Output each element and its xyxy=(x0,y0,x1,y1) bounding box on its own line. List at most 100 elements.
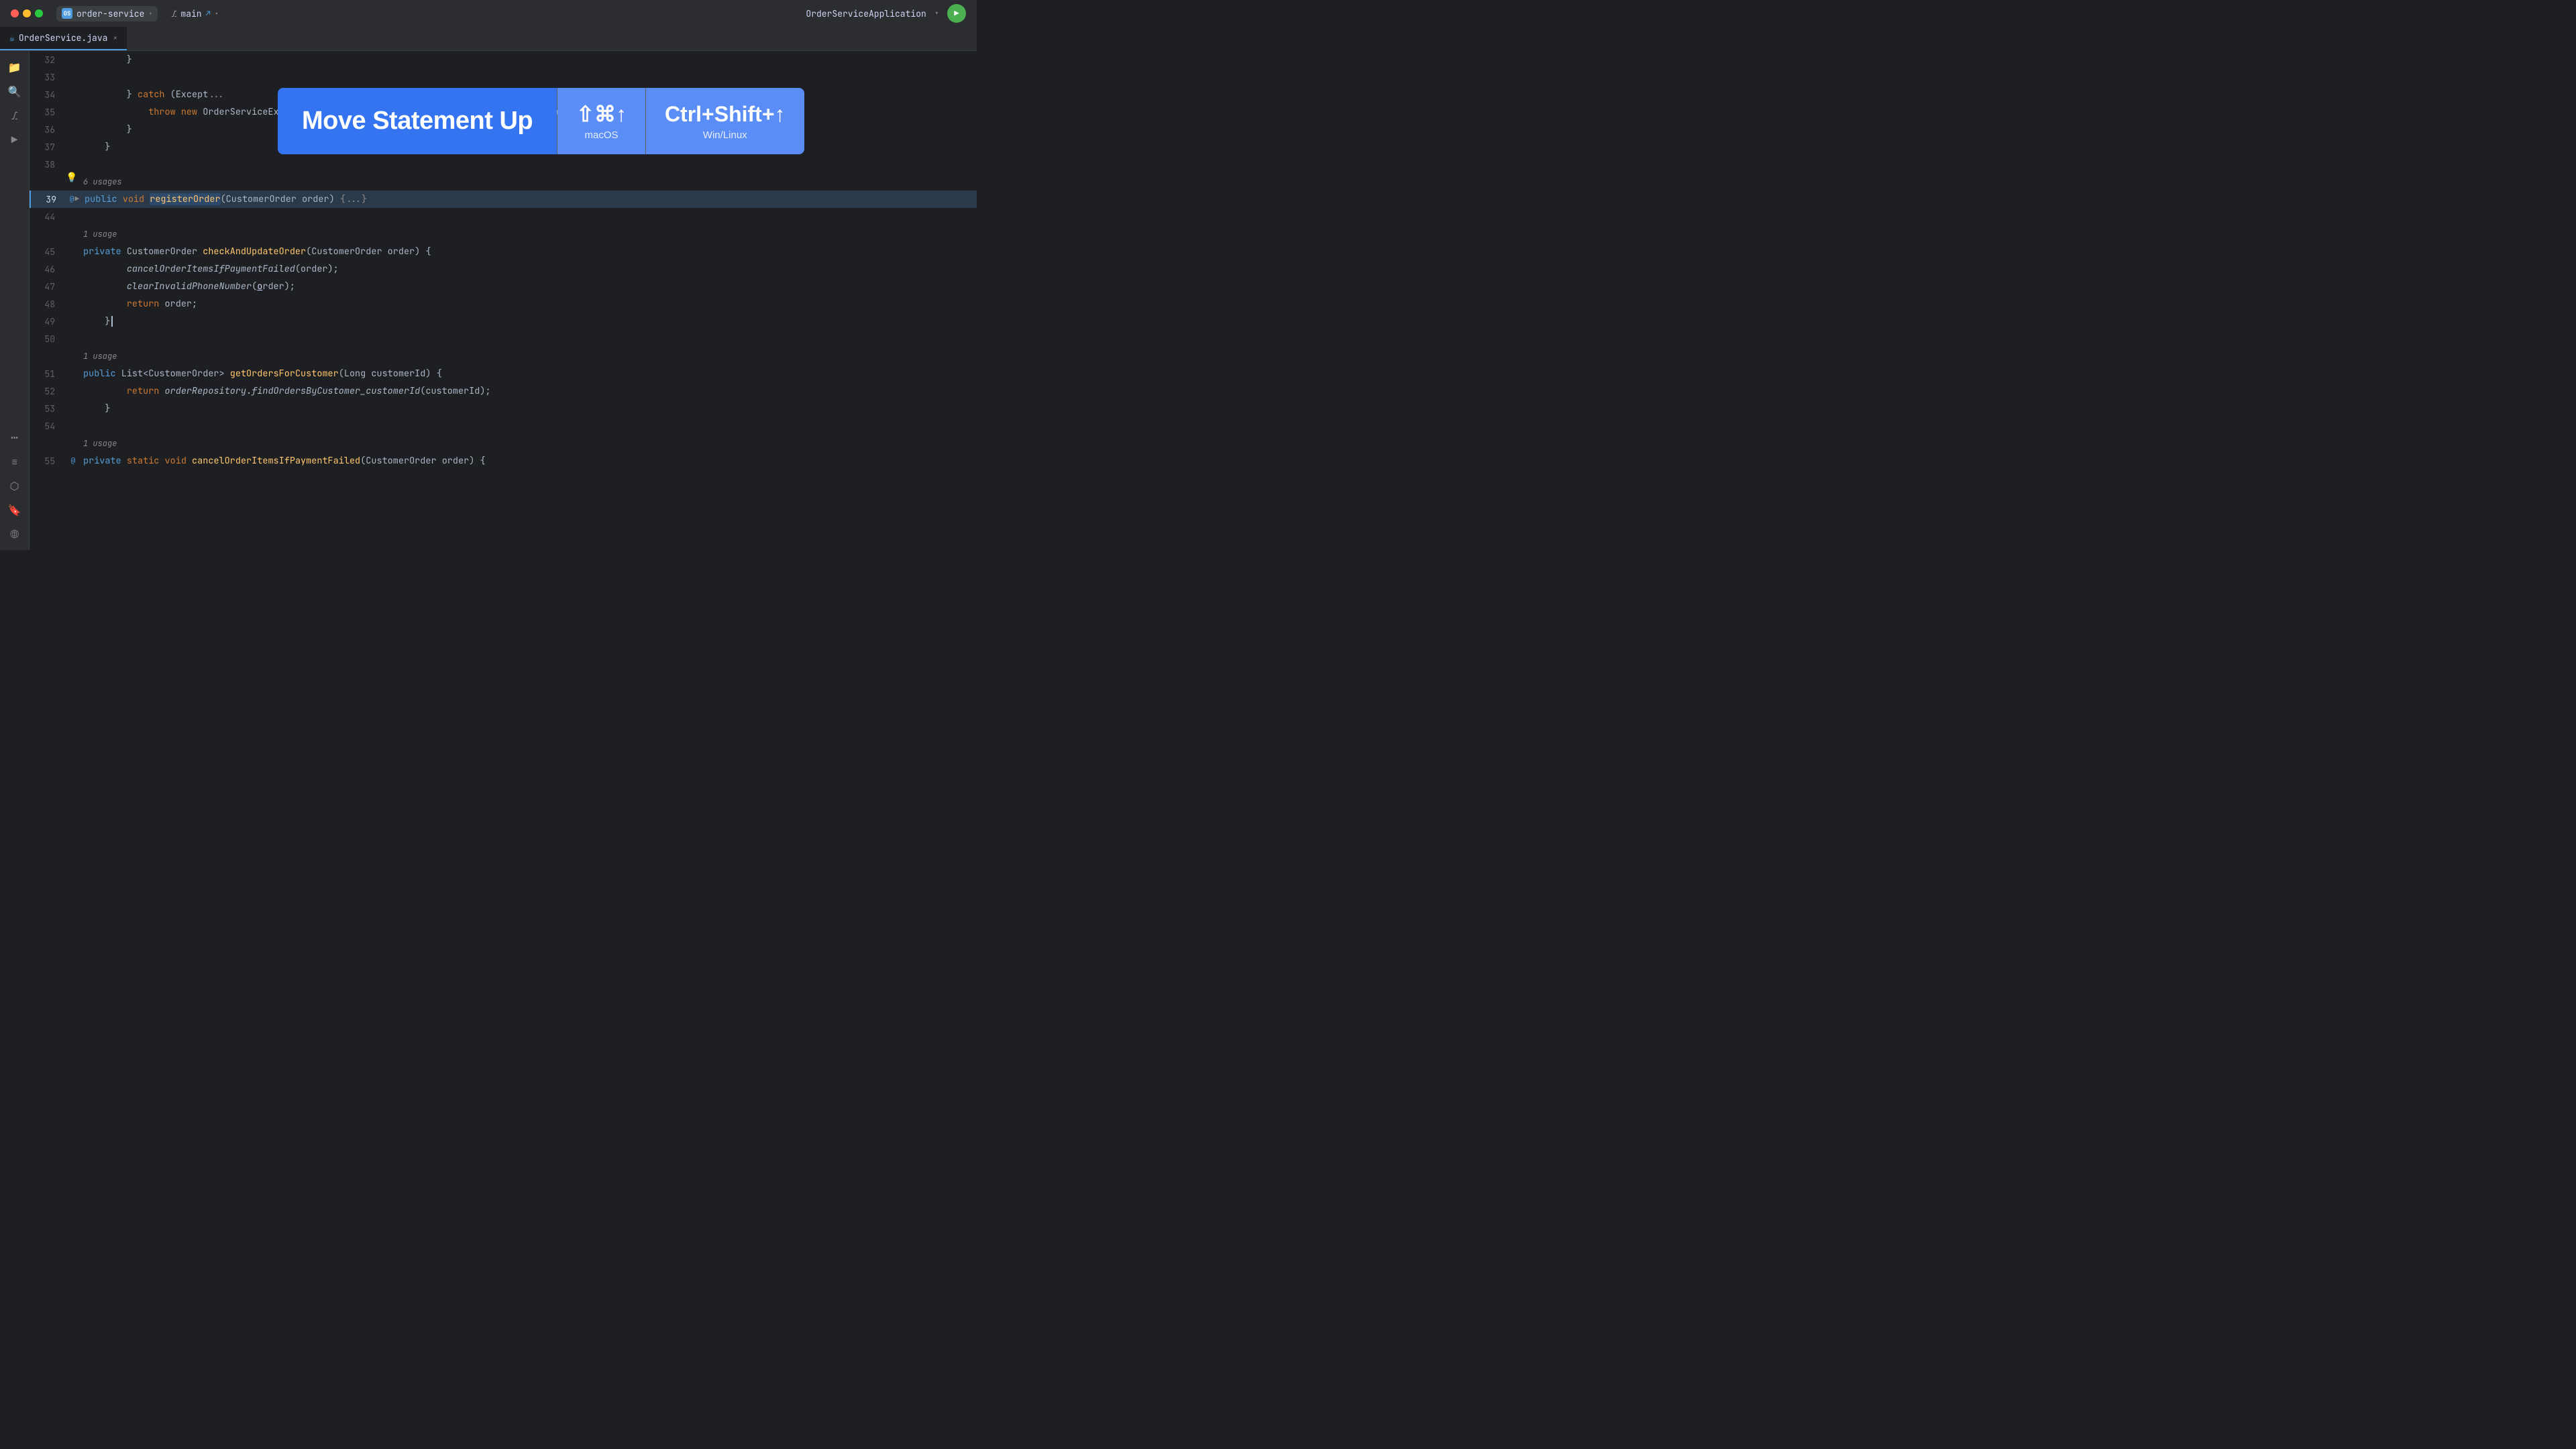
code-line-38: 38 xyxy=(30,156,977,173)
code-line-49: 49 } xyxy=(30,313,977,330)
gutter-55: @ xyxy=(63,456,83,466)
line-num-47: 47 xyxy=(30,281,63,292)
file-tab[interactable]: ☕ OrderService.java × xyxy=(0,27,127,50)
usages-badge-55: 1 usage xyxy=(83,438,117,449)
line-num-54: 54 xyxy=(30,421,63,432)
code-line-32: 32 } xyxy=(30,51,977,68)
sidebar-item-more[interactable]: ⋯ xyxy=(4,427,25,448)
tooltip-macos-shortcut: ⇧⌘↑ macOS xyxy=(557,88,645,154)
method-indicator-icon: @ xyxy=(70,195,74,204)
code-text-49: } xyxy=(83,313,977,330)
code-line-44: 44 xyxy=(30,208,977,225)
macos-keys: ⇧⌘↑ xyxy=(576,101,627,127)
code-line-39: 39 @ ▶ public void registerOrder(Custome… xyxy=(30,191,977,208)
line-num-48: 48 xyxy=(30,299,63,310)
code-text-51: public List<CustomerOrder> getOrdersForC… xyxy=(83,365,977,382)
git-icon: ⎇ xyxy=(11,109,18,123)
branch-selector[interactable]: ⎇ main ↗ ▾ xyxy=(166,6,223,21)
line-num-36: 36 xyxy=(30,124,63,136)
code-line-55: 55 @ private static void cancelOrderItem… xyxy=(30,452,977,470)
titlebar: OS order-service ▾ ⎇ main ↗ ▾ OrderServi… xyxy=(0,0,977,27)
branch-arrow-icon: ↗ xyxy=(206,8,211,19)
usages-line-51: 1 usage xyxy=(30,347,977,365)
line-num-33: 33 xyxy=(30,72,63,83)
code-line-52: 52 return orderRepository.findOrdersByCu… xyxy=(30,382,977,400)
code-text-55: private static void cancelOrderItemsIfPa… xyxy=(83,452,977,470)
tooltip-action-text: Move Statement Up xyxy=(302,107,533,136)
tooltip-win-shortcut: Ctrl+Shift+↑ Win/Linux xyxy=(646,88,804,154)
project-selector[interactable]: OS order-service ▾ xyxy=(56,6,158,21)
traffic-lights xyxy=(11,9,43,17)
code-line-53: 53 } xyxy=(30,400,977,417)
maximize-button[interactable] xyxy=(35,9,43,17)
line-num-44: 44 xyxy=(30,211,63,223)
sidebar-item-terminal[interactable]: ≡ xyxy=(4,451,25,472)
line-num-34: 34 xyxy=(30,89,63,101)
main-layout: 📁 🔍 ⎇ ▶ ⋯ ≡ ⬡ 🔖 🌐 32 xyxy=(0,51,977,550)
method-indicator-55: @ xyxy=(71,456,76,466)
branch-name: main xyxy=(180,8,201,19)
code-line-47: 47 clearInvalidPhoneNumber(order); xyxy=(30,278,977,295)
project-name: order-service xyxy=(76,8,144,19)
tab-filename: OrderService.java xyxy=(19,32,108,44)
line-num-49: 49 xyxy=(30,316,63,327)
usages-badge-39: 6 usages xyxy=(83,176,122,187)
search-icon: 🔍 xyxy=(8,85,21,99)
code-line-51: 51 public List<CustomerOrder> getOrdersF… xyxy=(30,365,977,382)
line-num-51: 51 xyxy=(30,368,63,380)
code-text-32: } xyxy=(83,51,977,68)
sidebar-item-globe[interactable]: 🌐 xyxy=(4,523,25,545)
line-num-52: 52 xyxy=(30,386,63,397)
project-dropdown-icon: ▾ xyxy=(148,9,152,18)
tooltip-overlay: Move Statement Up ⇧⌘↑ macOS Ctrl+Shift+↑… xyxy=(278,88,804,154)
sidebar-item-git[interactable]: ⎇ xyxy=(4,105,25,126)
tab-close-button[interactable]: × xyxy=(113,34,117,43)
win-keys: Ctrl+Shift+↑ xyxy=(665,102,786,127)
code-line-48: 48 return order; xyxy=(30,295,977,313)
java-file-icon: ☕ xyxy=(9,32,15,44)
win-os-label: Win/Linux xyxy=(703,129,747,141)
minimize-button[interactable] xyxy=(23,9,31,17)
code-line-33: 33 xyxy=(30,68,977,86)
run-icon-sidebar: ▶ xyxy=(11,133,18,147)
sidebar-item-project[interactable]: 📁 xyxy=(4,56,25,78)
code-line-50: 50 xyxy=(30,330,977,347)
line-num-46: 46 xyxy=(30,264,63,275)
usages-line-55: 1 usage xyxy=(30,435,977,452)
gutter-39: @ ▶ xyxy=(64,195,85,204)
sidebar-item-run[interactable]: ▶ xyxy=(4,129,25,150)
folder-icon: 📁 xyxy=(8,60,21,74)
cursor xyxy=(111,316,113,327)
close-button[interactable] xyxy=(11,9,19,17)
sidebar-item-bookmark[interactable]: 🔖 xyxy=(4,499,25,521)
more-icon: ⋯ xyxy=(11,430,18,445)
bulb-indicator[interactable]: 💡 xyxy=(66,172,77,184)
bulb-icon: 💡 xyxy=(66,172,77,184)
globe-icon: 🌐 xyxy=(11,527,18,541)
code-line-46: 46 cancelOrderItemsIfPaymentFailed(order… xyxy=(30,260,977,278)
terminal-icon: ≡ xyxy=(11,455,18,469)
code-text-39: public void registerOrder(CustomerOrder … xyxy=(85,191,977,208)
branch-dropdown-icon: ▾ xyxy=(215,9,219,18)
line-num-50: 50 xyxy=(30,333,63,345)
expand-icon-39: ▶ xyxy=(75,195,80,204)
sidebar-item-search[interactable]: 🔍 xyxy=(4,80,25,102)
editor-area[interactable]: 32 } 33 34 } catch (Except... 35 xyxy=(30,51,977,550)
tabbar: ☕ OrderService.java × xyxy=(0,27,977,51)
project-icon: OS xyxy=(62,8,72,19)
line-num-53: 53 xyxy=(30,403,63,415)
code-text-45: private CustomerOrder checkAndUpdateOrde… xyxy=(83,243,977,260)
tooltip-main: Move Statement Up xyxy=(278,88,557,154)
sidebar-item-layers[interactable]: ⬡ xyxy=(4,475,25,496)
code-text-46: cancelOrderItemsIfPaymentFailed(order); xyxy=(83,260,977,278)
titlebar-right: OrderServiceApplication ▾ ▶ xyxy=(806,4,966,23)
line-num-55: 55 xyxy=(30,455,63,467)
code-text-47: clearInvalidPhoneNumber(order); xyxy=(83,278,977,295)
code-text-48: return order; xyxy=(83,295,977,313)
line-num-32: 32 xyxy=(30,54,63,66)
usages-line-39: 6 usages xyxy=(30,173,977,191)
run-icon: ▶ xyxy=(954,8,959,19)
usages-badge-51: 1 usage xyxy=(83,351,117,362)
bookmark-icon: 🔖 xyxy=(8,503,21,517)
run-button[interactable]: ▶ xyxy=(947,4,966,23)
